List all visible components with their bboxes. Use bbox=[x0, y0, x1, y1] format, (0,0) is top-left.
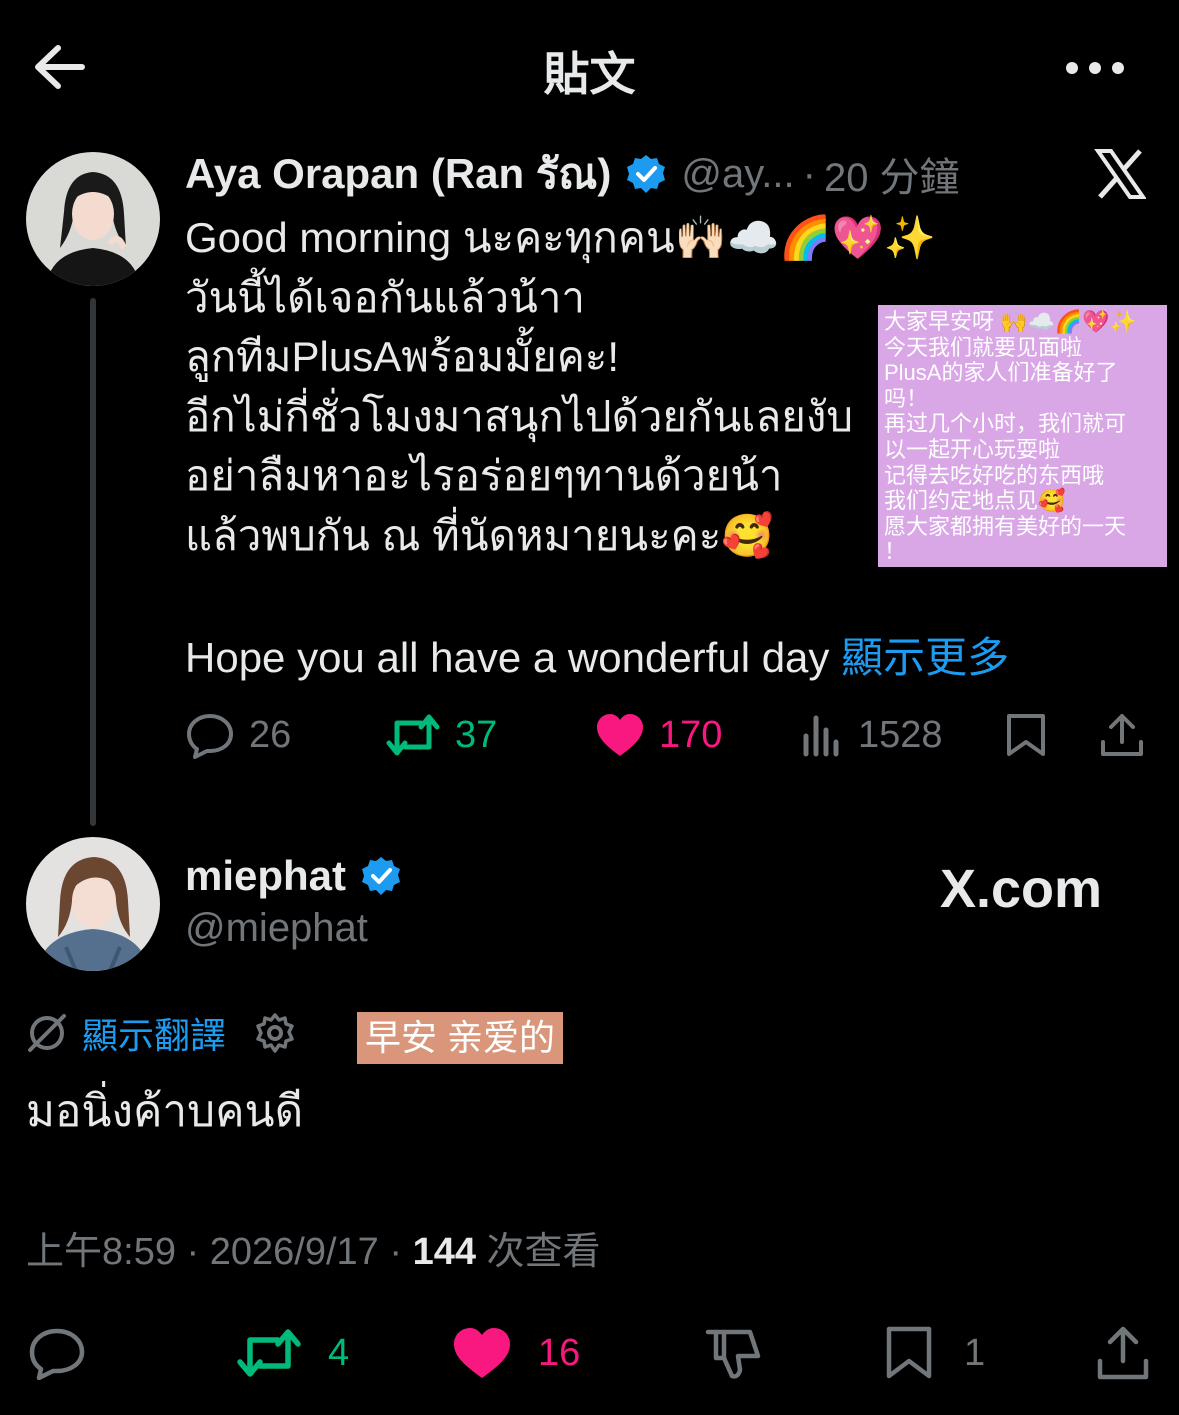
verified-icon bbox=[360, 855, 402, 897]
share-button[interactable] bbox=[1099, 700, 1145, 770]
reply-count: 26 bbox=[249, 713, 292, 756]
x-logo-icon bbox=[1094, 148, 1147, 200]
overlay-line: 以一起开心玩耍啦 bbox=[884, 436, 1061, 462]
share-icon bbox=[1097, 1326, 1149, 1380]
reply-author: miephat bbox=[185, 852, 402, 900]
reply-icon bbox=[29, 1328, 85, 1380]
parent-tweet-header: Aya Orapan (Ran รัณ) @ay... · 20 分鐘 bbox=[185, 144, 960, 204]
watermark: X.com bbox=[940, 859, 1103, 919]
dislike-icon bbox=[705, 1329, 761, 1379]
views-label: 次查看 bbox=[476, 1231, 601, 1273]
gear-icon[interactable] bbox=[254, 1012, 296, 1054]
overlay-line: 愿大家都拥有美好的一天 bbox=[884, 513, 1127, 539]
bookmark-icon bbox=[886, 1326, 932, 1379]
show-translation-link[interactable]: 顯示翻譯 bbox=[82, 1007, 226, 1059]
tweet-text-last-line: Hope you all have a wonderful day 顯示更多 bbox=[185, 624, 1009, 685]
author-handle[interactable]: @miephat bbox=[185, 906, 368, 951]
separator-dot: · bbox=[175, 1231, 210, 1273]
bookmark-button[interactable] bbox=[1005, 700, 1047, 770]
overlay-line: ！ bbox=[884, 539, 907, 565]
translation-overlay: 大家早安呀 🙌☁️🌈💖✨ 今天我们就要见面啦 PlusA的家人们准备好了 吗！ … bbox=[878, 305, 1167, 567]
reply-button[interactable]: 26 bbox=[185, 700, 291, 770]
heart-icon bbox=[597, 714, 643, 756]
bookmark-button[interactable]: 1 bbox=[884, 1318, 985, 1388]
bookmark-count: 1 bbox=[964, 1331, 986, 1374]
overlay-line: PlusA的家人们准备好了 bbox=[884, 360, 1118, 386]
translation-badge: 早安 亲爱的 bbox=[357, 1012, 564, 1064]
overlay-line: 我们约定地点见🥰 bbox=[884, 488, 1066, 514]
tweet-time[interactable]: 20 分鐘 bbox=[824, 145, 960, 203]
author-handle[interactable]: @ay... bbox=[681, 152, 794, 197]
avatar[interactable] bbox=[26, 837, 160, 971]
reply-button[interactable] bbox=[28, 1318, 86, 1388]
share-icon bbox=[1101, 714, 1143, 756]
separator-dot: · bbox=[378, 1231, 413, 1273]
translate-row: 顯示翻譯 bbox=[26, 1008, 296, 1058]
overlay-line: 再过几个小时，我们就可 bbox=[884, 411, 1127, 437]
more-icon[interactable] bbox=[1060, 50, 1130, 86]
like-count: 16 bbox=[538, 1331, 581, 1374]
tweet-meta: 上午8:59 · 2026/9/17 · 144 次查看 bbox=[26, 1220, 601, 1275]
avatar[interactable] bbox=[26, 152, 160, 286]
retweet-icon bbox=[386, 714, 440, 756]
translate-icon bbox=[28, 1014, 66, 1052]
thread-line bbox=[90, 298, 96, 826]
views-icon bbox=[803, 715, 839, 757]
like-button[interactable]: 16 bbox=[452, 1318, 580, 1388]
bookmark-icon bbox=[1007, 714, 1045, 756]
overlay-line: 今天我们就要见面啦 bbox=[884, 334, 1083, 360]
like-count: 170 bbox=[659, 713, 723, 756]
reply-action-bar: 4 16 1 bbox=[0, 1318, 1179, 1388]
top-bar: 貼文 bbox=[0, 0, 1179, 134]
share-button[interactable] bbox=[1096, 1318, 1150, 1388]
reply-icon bbox=[187, 714, 233, 759]
retweet-button[interactable]: 37 bbox=[385, 700, 497, 770]
verified-icon bbox=[625, 153, 667, 195]
page-title: 貼文 bbox=[543, 48, 636, 100]
retweet-count: 4 bbox=[328, 1331, 350, 1374]
like-button[interactable]: 170 bbox=[595, 700, 722, 770]
overlay-line: 吗！ bbox=[884, 385, 929, 411]
separator-dot: · bbox=[802, 151, 816, 196]
dislike-button[interactable] bbox=[704, 1318, 762, 1388]
tweet-date[interactable]: 2026/9/17 bbox=[210, 1231, 379, 1273]
views-count: 1528 bbox=[858, 713, 943, 756]
views-button[interactable]: 1528 bbox=[800, 700, 943, 770]
tweet-text-line: Good morning นะคะทุกคน🙌🏻☁️🌈💖✨ bbox=[185, 214, 937, 261]
parent-action-bar: 26 37 170 1528 bbox=[185, 700, 1145, 770]
overlay-line: 记得去吃好吃的东西哦 bbox=[884, 462, 1105, 488]
retweet-button[interactable]: 4 bbox=[236, 1318, 349, 1388]
author-name[interactable]: miephat bbox=[185, 852, 346, 900]
tweet-text-line: Hope you all have a wonderful day bbox=[185, 634, 830, 681]
retweet-count: 37 bbox=[455, 713, 498, 756]
author-name[interactable]: Aya Orapan (Ran รัณ) bbox=[185, 141, 611, 207]
overlay-line: 大家早安呀 🙌☁️🌈💖✨ bbox=[884, 309, 1138, 334]
tweet-time[interactable]: 上午8:59 bbox=[26, 1231, 176, 1273]
heart-icon bbox=[454, 1328, 510, 1378]
show-more-link[interactable]: 顯示更多 bbox=[841, 634, 1009, 681]
views-count: 144 bbox=[412, 1231, 476, 1273]
reply-text: มอนิ่งค้าบคนดี bbox=[26, 1087, 304, 1136]
retweet-icon bbox=[237, 1329, 301, 1377]
